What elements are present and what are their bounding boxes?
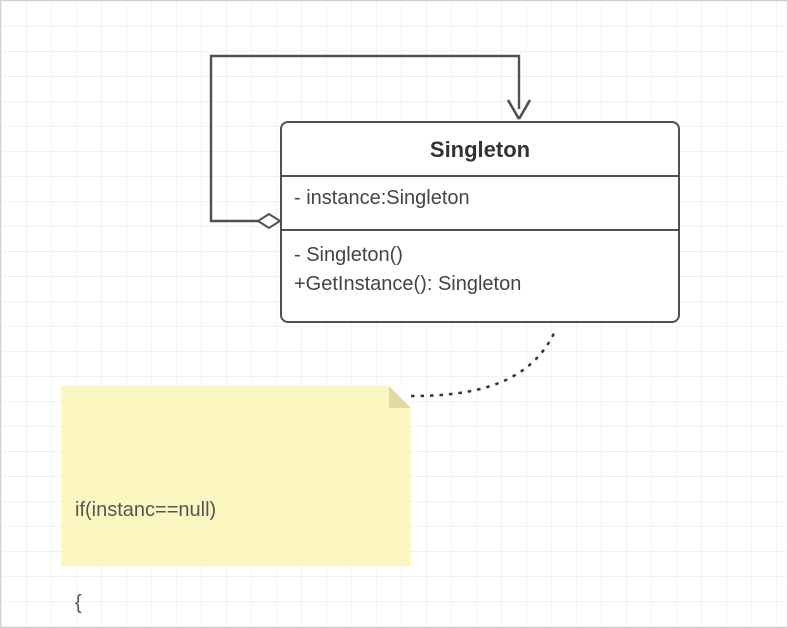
class-name: Singleton — [282, 123, 678, 177]
diagram-canvas: Singleton - instance:Singleton - Singlet… — [0, 0, 788, 628]
uml-class: Singleton - instance:Singleton - Singlet… — [280, 121, 680, 323]
note-line: if(instanc==null) — [75, 495, 397, 526]
class-operations: - Singleton() +GetInstance(): Singleton — [282, 231, 678, 321]
aggregation-diamond-icon — [258, 214, 280, 228]
class-operation: +GetInstance(): Singleton — [294, 270, 666, 299]
note-fold-icon — [389, 386, 411, 408]
class-operation: - Singleton() — [294, 241, 666, 270]
arrowhead-icon — [508, 100, 530, 119]
class-attribute: - instance:Singleton — [294, 187, 666, 210]
class-attributes: - instance:Singleton — [282, 177, 678, 231]
uml-note: if(instanc==null) { instance=new Singlet… — [61, 386, 411, 566]
note-line: { — [75, 588, 397, 619]
note-anchor — [411, 329, 556, 396]
